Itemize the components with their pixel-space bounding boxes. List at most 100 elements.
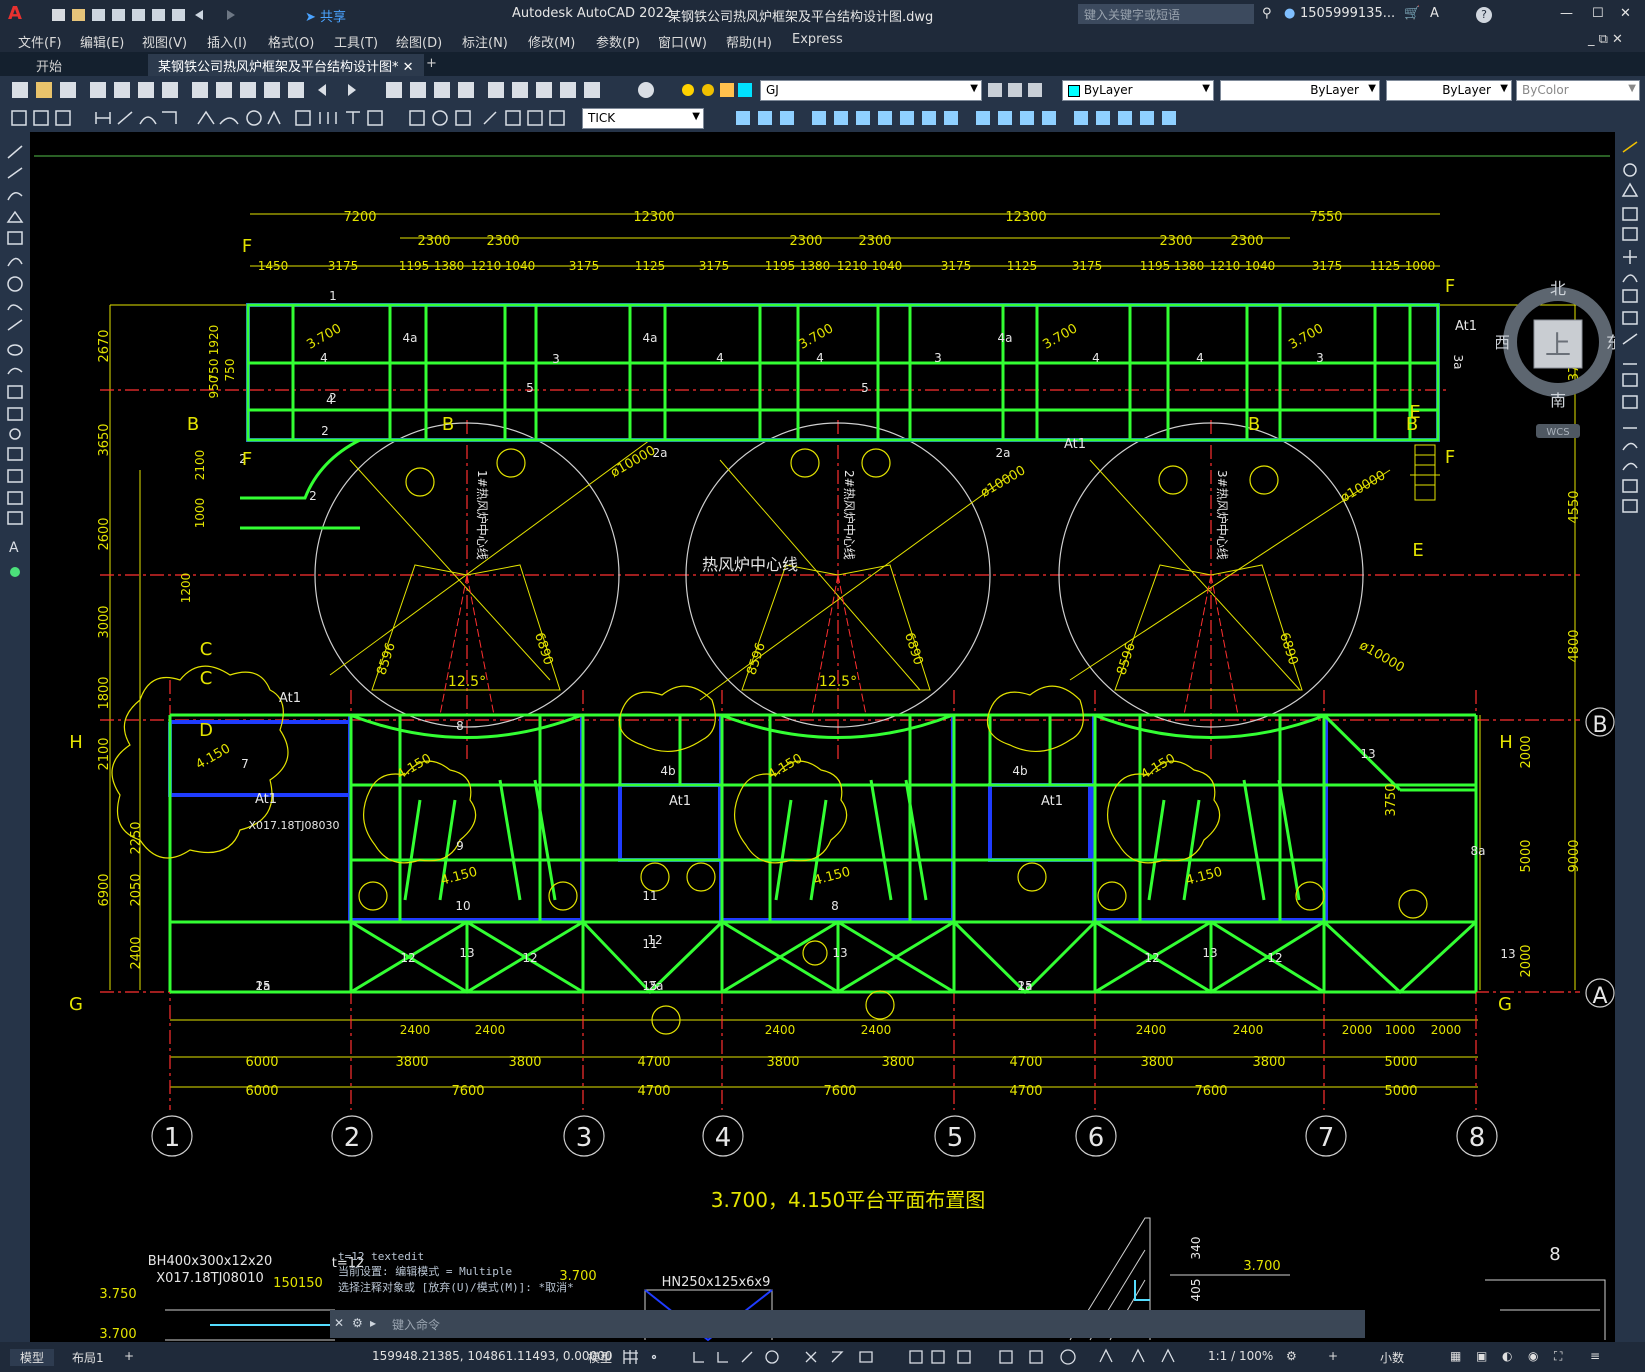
part-number: 12 — [647, 933, 662, 947]
drawing-svg[interactable]: 7200 12300 12300 75502300 2300 2300 2300 2300 23… — [30, 132, 1615, 1342]
part-number: 3 — [552, 352, 560, 366]
drawing-canvas[interactable]: 7200 12300 12300 7550 2300 2300 2300 2300 2300 23… — [30, 132, 1615, 1342]
standard-tool-icons[interactable] — [6, 78, 676, 102]
modify-side-icons[interactable] — [1615, 132, 1645, 522]
annotation-scale[interactable]: 1:1 / 100% — [1208, 1349, 1273, 1363]
maximize-button[interactable]: ☐ — [1592, 6, 1604, 21]
lock-ui-icon[interactable]: ▣ — [1476, 1349, 1487, 1363]
dimension-label: 4700 — [637, 1084, 670, 1099]
part-number: 1 — [329, 289, 337, 303]
menu-view[interactable]: 视图(V) — [142, 32, 187, 51]
section-mark: F — [1445, 276, 1455, 297]
viewcube-north[interactable]: 北 — [1550, 280, 1566, 298]
linetype-dropdown[interactable]: ByLayer ▼ — [1220, 80, 1380, 101]
menu-insert[interactable]: 插入(I) — [207, 32, 247, 51]
draw-tool-icons[interactable]: A — [0, 132, 30, 592]
minimize-button[interactable]: — — [1560, 6, 1573, 21]
at-label: At1 — [1455, 319, 1477, 334]
command-close-icon[interactable]: ✕ — [334, 1316, 344, 1330]
section-mark: E — [1412, 540, 1423, 561]
dimension-label: 2600 — [97, 517, 112, 550]
status-toggle-icons[interactable] — [622, 1348, 1202, 1366]
wcs-menu[interactable]: WCS — [1546, 427, 1569, 438]
part-number: 4 — [320, 351, 328, 365]
menu-format[interactable]: 格式(O) — [268, 32, 314, 51]
lineweight-dropdown[interactable]: ByLayer ▼ — [1386, 80, 1512, 101]
dimension-label: 12300 — [633, 210, 674, 225]
doc-restore-icons[interactable]: _ ⧉ ✕ — [1588, 32, 1623, 47]
viewcube[interactable]: 上 北 南 东 西 WCS — [1496, 280, 1615, 450]
dimension-label: 4.150 — [812, 865, 852, 889]
clean-screen-icon[interactable]: ⛶ — [1554, 1349, 1562, 1364]
isolate-objects-icon[interactable]: ◐ — [1502, 1349, 1512, 1363]
wrench-icon[interactable]: ⚙ — [352, 1316, 363, 1330]
viewcube-west[interactable]: 西 — [1496, 333, 1510, 352]
coordinates-readout[interactable]: 159948.21385, 104861.11493, 0.00000 — [372, 1349, 612, 1363]
menu-parametric[interactable]: 参数(P) — [596, 32, 640, 51]
layer-state-icons[interactable] — [680, 80, 760, 100]
hardware-accel-icon[interactable]: ◉ — [1528, 1349, 1538, 1363]
dimension-label: 1125 — [1370, 259, 1401, 273]
close-tab-icon[interactable]: ✕ — [403, 60, 414, 75]
help-icon[interactable]: ? — [1476, 7, 1492, 23]
user-account[interactable]: 1505999135... — [1300, 6, 1395, 21]
dimstyle-dropdown[interactable]: TICK ▼ — [582, 108, 704, 129]
axis-bubble-label: 2 — [344, 1123, 361, 1153]
viewcube-top-face[interactable]: 上 — [1545, 331, 1571, 361]
menu-file[interactable]: 文件(F) — [18, 32, 62, 51]
app-store-icon[interactable]: A — [1430, 6, 1439, 21]
search-icon[interactable]: ⚲ — [1262, 6, 1272, 21]
part-number: 12 — [1267, 951, 1282, 965]
menu-window[interactable]: 窗口(W) — [658, 32, 707, 51]
tab-drawing[interactable]: 某钢铁公司热风炉框架及平台结构设计图* ✕ — [148, 54, 424, 76]
add-layout-icon[interactable]: + — [124, 1349, 134, 1363]
layer-tool-icons[interactable] — [986, 80, 1056, 100]
tab-layout1[interactable]: 布局1 — [72, 1349, 104, 1366]
units-dropdown[interactable]: 小数 — [1380, 1349, 1404, 1366]
search-input[interactable]: 键入关键字或短语 — [1078, 4, 1254, 24]
axis-bubble-label: 3 — [576, 1123, 593, 1153]
modify-tool-icons[interactable] — [708, 108, 1208, 128]
tab-model[interactable]: 模型 — [10, 1349, 55, 1366]
menu-edit[interactable]: 编辑(E) — [80, 32, 124, 51]
command-input[interactable]: 键入命令 — [392, 1316, 440, 1333]
plotstyle-dropdown[interactable]: ByColor ▼ — [1516, 80, 1640, 101]
dimension-label: 3175 — [1312, 259, 1343, 273]
tab-start[interactable]: 开始 — [26, 54, 72, 76]
dimension-label: 1210 — [471, 259, 502, 273]
annotation-plus-icon[interactable]: + — [1328, 1349, 1338, 1363]
menu-dimension[interactable]: 标注(N) — [462, 32, 508, 51]
workspace-gear-icon[interactable]: ⚙ — [1286, 1349, 1297, 1363]
at-label: At1 — [255, 792, 277, 807]
dimension-label: 4700 — [637, 1055, 670, 1070]
menu-modify[interactable]: 修改(M) — [528, 32, 575, 51]
menu-help[interactable]: 帮助(H) — [726, 32, 772, 51]
cart-icon[interactable]: 🛒 — [1404, 6, 1420, 21]
share-button[interactable]: ➤ 共享 — [305, 6, 346, 25]
at-label: At1 — [669, 794, 691, 809]
status-bar: 模型 布局1 + 159948.21385, 104861.11493, 0.0… — [0, 1342, 1645, 1372]
customize-icon[interactable]: ≡ — [1590, 1349, 1600, 1363]
new-tab-icon[interactable]: + — [416, 54, 447, 76]
command-history: t=12 textedit 当前设置: 编辑模式 = Multiple 选择注释… — [338, 1250, 758, 1310]
quick-properties-icon[interactable]: ▦ — [1450, 1349, 1461, 1363]
command-line[interactable]: ✕ ⚙ ▸ 键入命令 — [330, 1310, 1365, 1338]
close-button[interactable]: ✕ — [1620, 6, 1631, 21]
color-dropdown[interactable]: ByLayer ▼ — [1062, 80, 1214, 101]
menu-express[interactable]: Express — [792, 32, 843, 47]
dimension-label: 7200 — [343, 210, 376, 225]
diameter-label: ø10000 — [978, 463, 1028, 501]
viewcube-south[interactable]: 南 — [1550, 391, 1566, 410]
layer-dropdown[interactable]: GJ ▼ — [760, 80, 982, 101]
viewcube-east[interactable]: 东 — [1606, 333, 1615, 352]
dimension-label: 2400 — [475, 1023, 506, 1037]
part-number: 12 — [1144, 951, 1159, 965]
dimension-tool-icons[interactable] — [6, 106, 581, 130]
quick-access-toolbar[interactable] — [50, 6, 330, 24]
model-space-button[interactable]: 模型 — [588, 1349, 612, 1366]
menu-draw[interactable]: 绘图(D) — [396, 32, 442, 51]
user-icon[interactable]: ● — [1284, 6, 1295, 21]
part-number: 12 — [522, 951, 537, 965]
menu-tools[interactable]: 工具(T) — [334, 32, 378, 51]
autocad-logo-icon[interactable]: A — [8, 3, 22, 24]
